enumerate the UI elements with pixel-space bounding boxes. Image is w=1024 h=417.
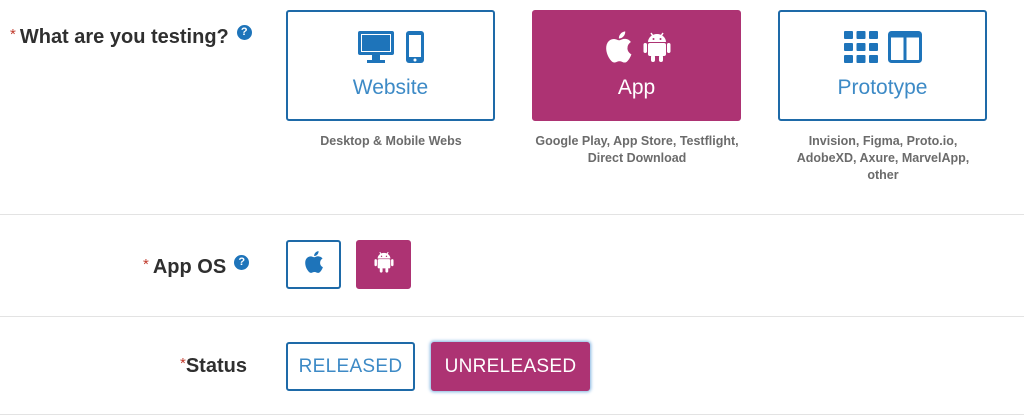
app-option[interactable]: App — [532, 10, 741, 121]
required-mark: * — [10, 26, 16, 43]
released-button[interactable]: RELEASED — [286, 342, 415, 391]
prototype-subtitle: Invision, Figma, Proto.io, AdobeXD, Axur… — [796, 134, 970, 182]
app-os-label-text: App OS — [152, 256, 227, 278]
website-option[interactable]: Website — [286, 10, 495, 121]
prototype-title: Prototype — [837, 76, 928, 99]
status-label-text: Status — [185, 355, 247, 377]
ios-option[interactable] — [286, 240, 341, 289]
divider — [0, 414, 1024, 415]
app-subtitle: Google Play, App Store, Testflight, Dire… — [535, 134, 739, 165]
app-title: App — [617, 76, 656, 99]
divider — [0, 316, 1024, 317]
website-subtitle: Desktop & Mobile Webs — [320, 134, 462, 148]
required-mark: * — [143, 256, 149, 273]
android-option[interactable] — [356, 240, 411, 289]
help-icon[interactable]: ? — [236, 25, 252, 40]
monitor-icon — [357, 30, 395, 69]
android-icon — [373, 250, 394, 279]
columns-icon — [887, 30, 922, 68]
help-icon[interactable]: ? — [234, 255, 250, 270]
grid-icon — [843, 30, 878, 68]
testing-label: * What are you testing?? — [10, 25, 252, 49]
apple-icon — [603, 30, 633, 69]
phone-icon — [405, 30, 425, 69]
website-title: Website — [352, 76, 429, 99]
required-mark: * — [180, 355, 186, 372]
prototype-option[interactable]: Prototype — [778, 10, 987, 121]
apple-icon — [303, 250, 324, 279]
app-os-label: * App OS? — [143, 255, 250, 279]
unreleased-button[interactable]: UNRELEASED — [431, 342, 590, 391]
testing-label-text: What are you testing? — [19, 26, 229, 48]
android-icon — [643, 30, 671, 69]
divider — [0, 214, 1024, 215]
status-label: *Status — [180, 355, 247, 378]
